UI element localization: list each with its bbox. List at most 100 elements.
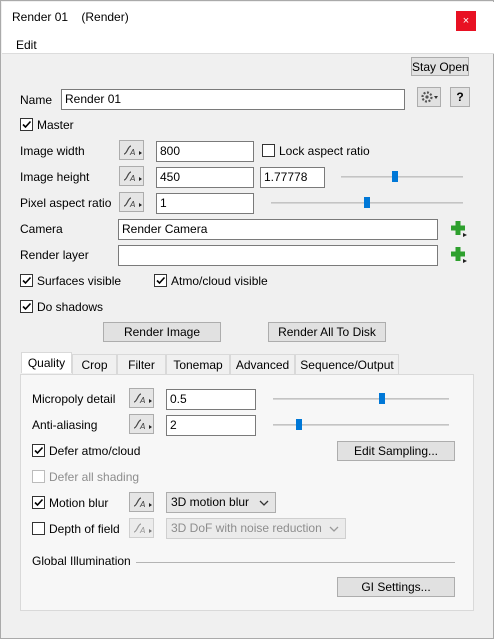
- atmo-visible-label: Atmo/cloud visible: [171, 274, 268, 288]
- render-layer-input[interactable]: [118, 245, 438, 266]
- motion-blur-mode-value: 3D motion blur: [171, 495, 250, 509]
- plus-icon: [451, 221, 467, 237]
- render-layer-label: Render layer: [20, 248, 89, 262]
- micropoly-slider-track[interactable]: [273, 398, 449, 400]
- aspect-ratio-input[interactable]: 1.77778: [260, 167, 325, 188]
- settings-menu-button[interactable]: [417, 87, 441, 107]
- image-width-label: Image width: [20, 144, 85, 158]
- tab-quality[interactable]: Quality: [21, 352, 72, 373]
- motion-blur-function-button[interactable]: A: [129, 492, 154, 512]
- lock-aspect-checkbox[interactable]: [262, 144, 275, 157]
- stay-open-button[interactable]: Stay Open: [411, 57, 469, 76]
- function-curve-icon: A: [133, 523, 152, 535]
- svg-text:A: A: [129, 174, 135, 183]
- surfaces-visible-label: Surfaces visible: [37, 274, 122, 288]
- do-shadows-checkbox[interactable]: [20, 300, 33, 313]
- svg-text:A: A: [139, 500, 145, 509]
- close-icon: ×: [462, 15, 470, 27]
- function-curve-icon: A: [123, 171, 142, 183]
- add-camera-button[interactable]: [450, 220, 468, 238]
- function-curve-icon: A: [123, 197, 142, 209]
- menu-edit[interactable]: Edit: [16, 38, 37, 52]
- do-shadows-label: Do shadows: [37, 300, 104, 314]
- camera-label: Camera: [20, 222, 63, 236]
- window-title: Render 01 (Render): [12, 10, 129, 24]
- help-button[interactable]: ?: [450, 87, 470, 107]
- svg-text:A: A: [139, 526, 145, 535]
- add-render-layer-button[interactable]: [450, 246, 468, 264]
- render-window: Render 01 (Render) × Edit Stay Open Name…: [0, 0, 494, 639]
- close-button[interactable]: ×: [456, 11, 476, 31]
- defer-atmo-checkbox[interactable]: [32, 444, 45, 457]
- depth-of-field-mode-value: 3D DoF with noise reduction: [171, 521, 322, 535]
- tab-filter[interactable]: Filter: [117, 354, 166, 374]
- chevron-down-icon: [329, 526, 339, 532]
- function-curve-icon: A: [133, 393, 152, 405]
- gi-separator: [136, 562, 455, 563]
- motion-blur-label: Motion blur: [49, 496, 109, 510]
- svg-text:A: A: [139, 396, 145, 405]
- checkmark-icon: [22, 276, 32, 285]
- defer-shading-label: Defer all shading: [49, 470, 140, 484]
- pixel-aspect-function-button[interactable]: A: [119, 192, 144, 212]
- depth-of-field-checkbox[interactable]: [32, 522, 45, 535]
- defer-atmo-label: Defer atmo/cloud: [49, 444, 141, 458]
- depth-of-field-label: Depth of field: [49, 522, 120, 536]
- anti-aliasing-function-button[interactable]: A: [129, 414, 154, 434]
- gear-icon: [421, 91, 438, 103]
- defer-shading-checkbox[interactable]: [32, 470, 45, 483]
- function-curve-icon: A: [123, 145, 142, 157]
- render-all-to-disk-button[interactable]: Render All To Disk: [268, 322, 386, 342]
- micropoly-slider-thumb[interactable]: [379, 393, 385, 404]
- image-width-input[interactable]: 800: [156, 141, 254, 162]
- micropoly-detail-input[interactable]: 0.5: [166, 389, 256, 410]
- name-input[interactable]: Render 01: [61, 89, 405, 110]
- anti-aliasing-slider-thumb[interactable]: [296, 419, 302, 430]
- motion-blur-checkbox[interactable]: [32, 496, 45, 509]
- depth-of-field-mode-select[interactable]: 3D DoF with noise reduction: [166, 518, 346, 539]
- image-height-function-button[interactable]: A: [119, 166, 144, 186]
- tab-sequence-output[interactable]: Sequence/Output: [295, 354, 399, 374]
- lock-aspect-label: Lock aspect ratio: [279, 144, 370, 158]
- plus-icon: [451, 247, 467, 263]
- pixel-aspect-input[interactable]: 1: [156, 193, 254, 214]
- image-height-slider-track[interactable]: [341, 176, 463, 178]
- image-width-function-button[interactable]: A: [119, 140, 144, 160]
- master-label: Master: [37, 118, 74, 132]
- menu-bar: [2, 32, 494, 54]
- atmo-visible-checkbox[interactable]: [154, 274, 167, 287]
- checkmark-icon: [22, 302, 32, 311]
- gi-settings-button[interactable]: GI Settings...: [337, 577, 455, 597]
- tab-crop[interactable]: Crop: [72, 354, 117, 374]
- motion-blur-mode-select[interactable]: 3D motion blur: [166, 492, 276, 513]
- function-curve-icon: A: [133, 497, 152, 509]
- tab-advanced[interactable]: Advanced: [230, 354, 295, 374]
- svg-text:A: A: [129, 200, 135, 209]
- pixel-aspect-slider-thumb[interactable]: [364, 197, 370, 208]
- pixel-aspect-label: Pixel aspect ratio: [20, 196, 112, 210]
- master-checkbox[interactable]: [20, 118, 33, 131]
- anti-aliasing-input[interactable]: 2: [166, 415, 256, 436]
- checkmark-icon: [34, 498, 44, 507]
- camera-input[interactable]: Render Camera: [118, 219, 438, 240]
- tab-tonemap[interactable]: Tonemap: [166, 354, 230, 374]
- svg-text:A: A: [139, 422, 145, 431]
- checkmark-icon: [156, 276, 166, 285]
- function-curve-icon: A: [133, 419, 152, 431]
- depth-of-field-function-button[interactable]: A: [129, 518, 154, 538]
- render-image-button[interactable]: Render Image: [103, 322, 221, 342]
- anti-aliasing-label: Anti-aliasing: [32, 418, 98, 432]
- svg-text:A: A: [129, 148, 135, 157]
- image-height-label: Image height: [20, 170, 90, 184]
- image-height-slider-thumb[interactable]: [392, 171, 398, 182]
- edit-sampling-button[interactable]: Edit Sampling...: [337, 441, 455, 461]
- chevron-down-icon: [259, 500, 269, 506]
- gi-heading: Global Illumination: [32, 554, 131, 568]
- micropoly-function-button[interactable]: A: [129, 388, 154, 408]
- image-height-input[interactable]: 450: [156, 167, 254, 188]
- micropoly-detail-label: Micropoly detail: [32, 392, 116, 406]
- name-label: Name: [20, 93, 53, 107]
- checkmark-icon: [22, 120, 32, 129]
- surfaces-visible-checkbox[interactable]: [20, 274, 33, 287]
- checkmark-icon: [34, 446, 44, 455]
